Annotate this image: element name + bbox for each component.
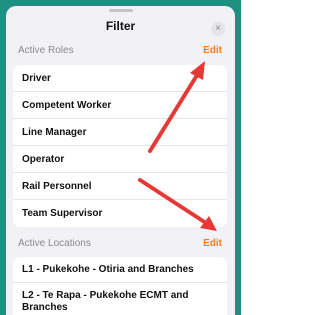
role-item-line-manager[interactable]: Line Manager [13,119,227,146]
role-item-operator[interactable]: Operator [13,146,227,173]
roles-edit-button[interactable]: Edit [203,45,222,56]
close-button[interactable]: × [211,22,225,36]
location-item-l1[interactable]: L1 - Pukekohe - Otiria and Branches [13,257,227,283]
screenshot-frame: Filter × Active Roles Edit Driver Compet… [0,0,241,315]
role-item-team-supervisor[interactable]: Team Supervisor [13,200,227,227]
role-item-driver[interactable]: Driver [13,65,227,92]
sheet-title: Filter [105,19,136,33]
locations-section-header: Active Locations Edit [6,238,235,254]
roles-section-header: Active Roles Edit [6,45,235,61]
close-icon: × [215,23,221,34]
roles-list: Driver Competent Worker Line Manager Ope… [13,65,227,227]
locations-edit-button[interactable]: Edit [203,238,222,249]
locations-list: L1 - Pukekohe - Otiria and Branches L2 -… [13,257,227,315]
role-item-rail-personnel[interactable]: Rail Personnel [13,173,227,200]
locations-header-label: Active Locations [18,238,91,249]
filter-sheet: Filter × Active Roles Edit Driver Compet… [6,6,235,315]
role-item-competent-worker[interactable]: Competent Worker [13,92,227,119]
location-item-l2[interactable]: L2 - Te Rapa - Pukekohe ECMT and Branche… [13,283,227,315]
roles-header-label: Active Roles [18,45,74,56]
sheet-grabber[interactable] [109,9,133,12]
